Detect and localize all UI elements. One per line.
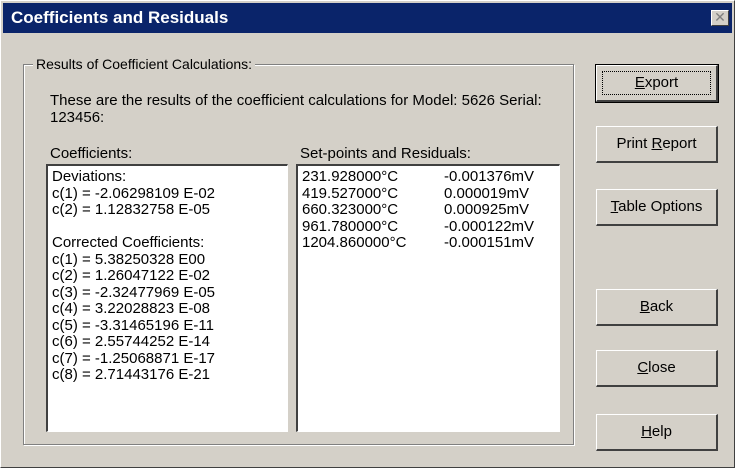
setpoint-row: 961.780000°C -0.000122mV bbox=[302, 217, 555, 236]
coefficient-line: c(1) = -2.06298109 E-02 bbox=[52, 184, 216, 202]
setpoint-row: 1204.860000°C -0.000151mV bbox=[302, 234, 555, 252]
table-label-key: T bbox=[610, 198, 619, 215]
close-icon[interactable]: ✕ bbox=[711, 10, 729, 26]
setpoint-temperature: 231.928000°C bbox=[302, 168, 399, 185]
coefficient-line bbox=[52, 219, 283, 236]
print-report-button[interactable]: Print Report bbox=[596, 126, 718, 163]
back-label-key: B bbox=[639, 298, 650, 315]
setpoint-row: 231.928000°C -0.001376mV bbox=[302, 168, 555, 186]
setpoint-residual: -0.000151mV bbox=[444, 234, 535, 251]
print-label-post: eport bbox=[662, 135, 697, 152]
help-button[interactable]: Help bbox=[596, 414, 718, 451]
coefficient-line: c(7) = -1.25068871 E-17 bbox=[52, 349, 216, 367]
window-title: Coefficients and Residuals bbox=[11, 8, 229, 27]
title-bar[interactable]: Coefficients and Residuals ✕ bbox=[3, 3, 732, 33]
close-label-key: C bbox=[637, 359, 649, 376]
coefficient-line: c(1) = 5.38250328 E00 bbox=[52, 250, 206, 268]
setpoint-residual: -0.000122mV bbox=[444, 217, 535, 235]
setpoint-residual: -0.001376mV bbox=[444, 168, 535, 185]
coefficient-line: c(6) = 2.55744252 E-14 bbox=[52, 333, 211, 350]
close-label-post: lose bbox=[648, 359, 676, 376]
setpoint-row: 660.323000°C 0.000925mV bbox=[302, 201, 555, 219]
setpoints-label: Set-points and Residuals: bbox=[300, 145, 471, 162]
help-label-post: elp bbox=[651, 423, 672, 440]
help-label-key: H bbox=[641, 423, 652, 440]
setpoint-residual: 0.000019mV bbox=[444, 184, 530, 202]
focus-rect bbox=[602, 71, 711, 95]
setpoint-temperature: 961.780000°C bbox=[302, 217, 399, 235]
coefficients-label: Coefficients: bbox=[50, 145, 133, 162]
close-button[interactable]: Close bbox=[596, 350, 718, 387]
print-label-key: R bbox=[651, 135, 663, 152]
coefficient-line: c(4) = 3.22028823 E-08 bbox=[52, 300, 211, 317]
setpoint-residual: 0.000925mV bbox=[444, 201, 530, 218]
setpoint-temperature: 660.323000°C bbox=[302, 201, 399, 218]
export-button[interactable]: Export bbox=[595, 64, 719, 103]
coefficient-line: c(5) = -3.31465196 E-11 bbox=[52, 316, 214, 334]
coefficient-line: Deviations: bbox=[52, 168, 127, 185]
back-label-post: ack bbox=[649, 298, 674, 315]
table-label-post: able Options bbox=[618, 198, 703, 215]
coefficient-line: c(2) = 1.12832758 E-05 bbox=[52, 201, 211, 218]
back-button[interactable]: Back bbox=[596, 289, 718, 326]
setpoint-temperature: 419.527000°C bbox=[302, 184, 399, 202]
print-label-pre: Print bbox=[616, 135, 652, 152]
coefficients-listbox[interactable]: Deviations: c(1) = -2.06298109 E-02 c(2) =… bbox=[46, 164, 288, 432]
results-group-legend: Results of Coefficient Calculations: bbox=[33, 55, 256, 73]
coefficient-line: c(2) = 1.26047122 E-02 bbox=[52, 267, 211, 284]
coefficient-line: c(8) = 2.71443176 E-21 bbox=[52, 366, 211, 383]
setpoint-temperature: 1204.860000°C bbox=[302, 234, 407, 251]
coefficient-line: c(3) = -2.32477969 E-05 bbox=[52, 283, 216, 301]
setpoint-row: 419.527000°C 0.000019mV bbox=[302, 184, 555, 203]
setpoints-residuals-listbox[interactable]: 231.928000°C -0.001376mV 419.527000°C 0.000… bbox=[296, 164, 560, 432]
results-intro-text: These are the results of the coefficient… bbox=[50, 92, 542, 126]
table-options-button[interactable]: Table Options bbox=[596, 189, 718, 226]
coefficient-line: Corrected Coefficients: bbox=[52, 234, 205, 251]
